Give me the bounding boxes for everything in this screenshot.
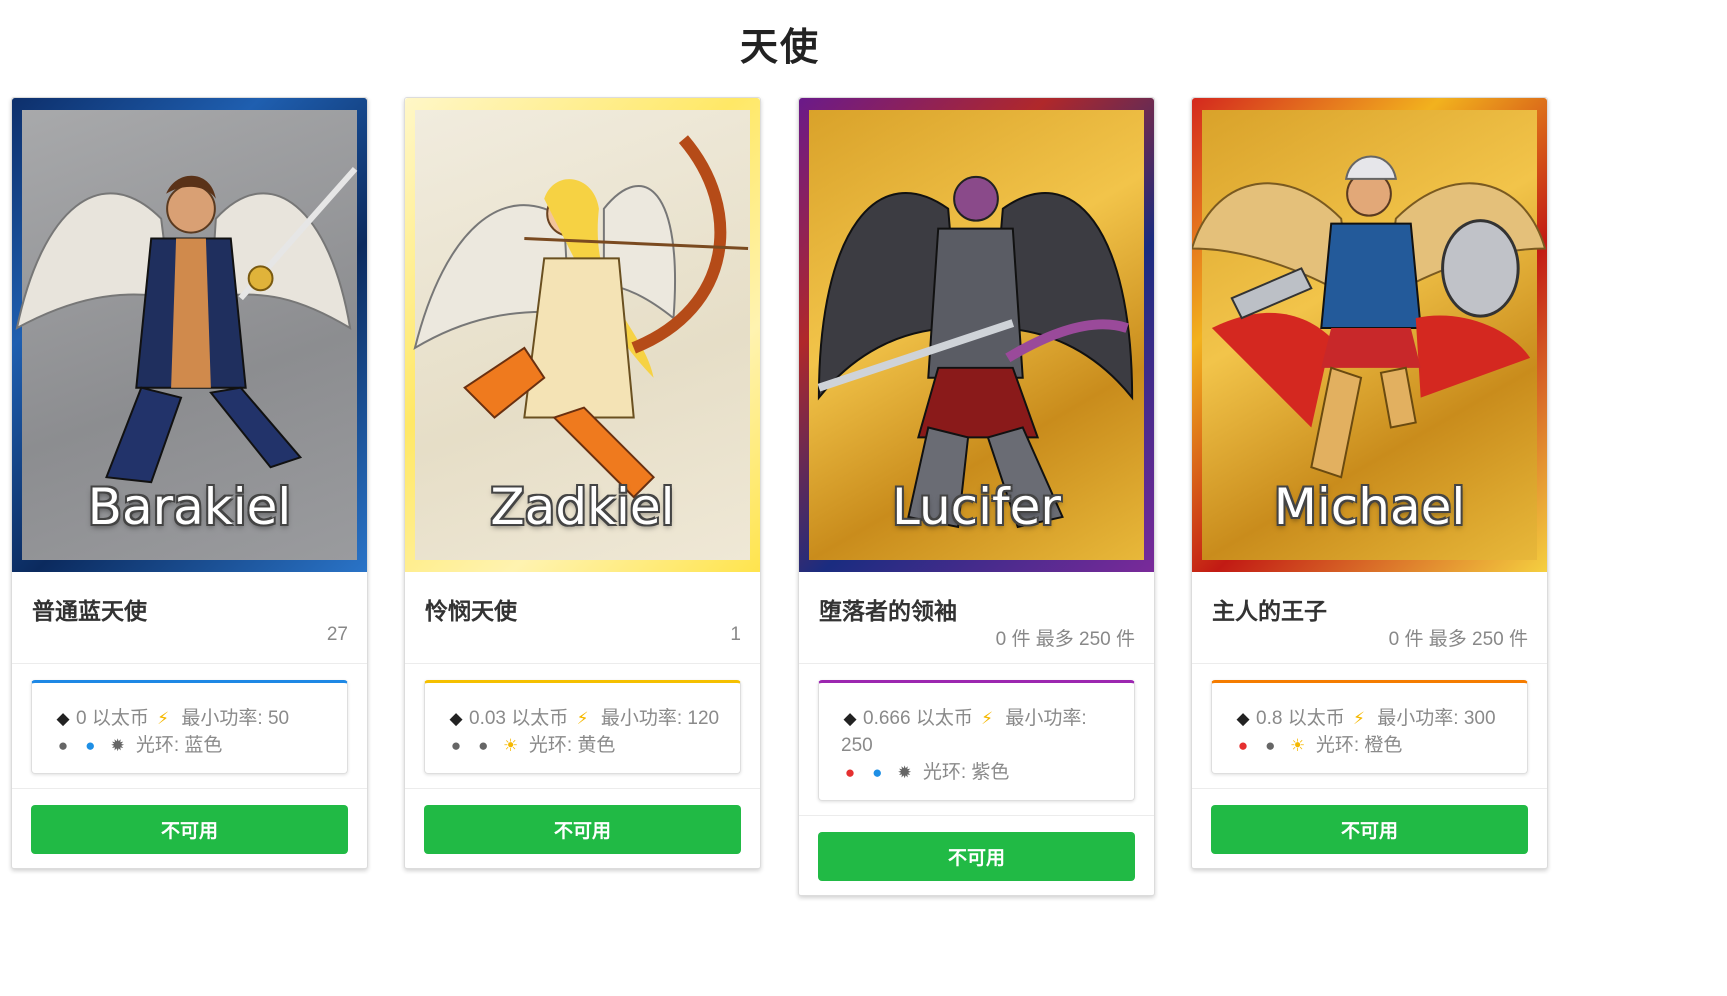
halo-label: 光环: [1315,735,1360,756]
power-label: 最小功率: [1377,708,1459,729]
card-art-name: Barakiel [87,478,292,536]
card-stats-section: ◆ 0 以太币 ⚡ 最小功率: 50 ● ● ✹ 光环: 蓝色 [12,664,367,789]
card-art-name: Zadkiel [490,478,675,536]
power-value: 250 [841,735,873,756]
card-action: 不可用 [405,789,760,868]
card-stats-section: ◆ 0.03 以太币 ⚡ 最小功率: 120 ● ● ☀ 光环: 黄色 [405,664,760,789]
lightning-bolt-icon: ⚡ [157,709,170,728]
power-value: 300 [1463,708,1496,729]
card-title: 堕落者的领袖 [819,599,957,625]
card-stats: ◆ 0.03 以太币 ⚡ 最小功率: 120 ● ● ☀ 光环: 黄色 [424,680,741,774]
lightning-bolt-icon: ⚡ [576,709,589,728]
card-info: 普通蓝天使 27 [12,572,367,664]
gear-icon: ✹ [110,736,125,755]
power-label: 最小功率: [181,708,263,729]
gray-drop-icon: ● [1265,736,1276,755]
card-art[interactable]: Michael [1192,98,1547,572]
power-value: 120 [687,708,720,729]
halo-row: ● ● ✹ 光环: 蓝色 [54,732,327,759]
halo-value: 橙色 [1364,735,1403,756]
unavailable-button[interactable]: 不可用 [818,832,1135,881]
price-value: 0.8 以太币 [1256,708,1345,729]
angel-card: Lucifer 堕落者的领袖 0 件 最多 250 件 ◆ 0.666 以太币 ⚡… [798,97,1155,896]
price-value: 0.666 以太币 [863,708,973,729]
card-stats: ◆ 0.8 以太币 ⚡ 最小功率: 300 ● ● ☀ 光环: 橙色 [1211,680,1528,774]
halo-label: 光环: [135,735,180,756]
card-count: 1 [730,624,741,645]
card-title: 怜悯天使 [425,599,517,625]
lightning-bolt-icon: ⚡ [981,709,994,728]
unavailable-button[interactable]: 不可用 [31,805,348,854]
power-label: 最小功率: [1005,708,1087,729]
card-art-name: Michael [1273,478,1466,536]
water-drop-icon: ● [85,736,96,755]
gray-flame-icon: ● [57,736,69,755]
ethereum-icon: ◆ [56,709,70,728]
ethereum-icon: ◆ [843,709,857,728]
lightning-bolt-icon: ⚡ [1353,709,1365,728]
halo-value: 紫色 [971,762,1010,783]
halo-value: 黄色 [577,735,616,756]
card-stats: ◆ 0 以太币 ⚡ 最小功率: 50 ● ● ✹ 光环: 蓝色 [31,680,348,774]
power-label: 最小功率: [600,708,683,729]
card-art[interactable]: Lucifer [799,98,1154,572]
angel-card: Barakiel 普通蓝天使 27 ◆ 0 以太币 ⚡ 最小功率: 50 ● ● … [11,97,368,869]
card-action: 不可用 [799,816,1154,895]
angel-card: Michael 主人的王子 0 件 最多 250 件 ◆ 0.8 以太币 ⚡ 最小… [1191,97,1548,869]
halo-label: 光环: [528,735,573,756]
gray-drop-icon: ● [478,736,489,755]
halo-label: 光环: [922,762,967,783]
gray-flame-icon: ● [450,736,462,755]
price-row: ◆ 0 以太币 ⚡ 最小功率: 50 [54,705,327,732]
sun-icon: ☀ [502,736,519,755]
ethereum-icon: ◆ [449,709,463,728]
price-value: 0 以太币 [76,708,149,729]
card-action: 不可用 [1192,789,1547,868]
water-drop-icon: ● [872,763,883,782]
card-count: 0 件 最多 250 件 [1388,629,1528,650]
unavailable-button[interactable]: 不可用 [424,805,741,854]
card-title: 普通蓝天使 [32,599,147,625]
card-info: 主人的王子 0 件 最多 250 件 [1192,572,1547,664]
card-count: 0 件 最多 250 件 [995,629,1135,650]
halo-value: 蓝色 [184,735,223,756]
price-value: 0.03 以太币 [469,708,569,729]
power-value: 50 [267,708,290,729]
gear-icon: ✹ [897,763,912,782]
card-stats-section: ◆ 0.666 以太币 ⚡ 最小功率: 250 ● ● ✹ 光环: 紫色 [799,664,1154,816]
angel-card: Zadkiel 怜悯天使 1 ◆ 0.03 以太币 ⚡ 最小功率: 120 ● ●… [404,97,761,869]
halo-row: ● ● ☀ 光环: 黄色 [447,732,720,759]
sun-icon: ☀ [1289,736,1306,755]
card-art-name: Lucifer [892,478,1061,536]
halo-row: ● ● ☀ 光环: 橙色 [1234,732,1507,759]
fire-icon: ● [844,763,856,782]
card-action: 不可用 [12,789,367,868]
price-row: ◆ 0.03 以太币 ⚡ 最小功率: 120 [447,705,720,732]
fire-icon: ● [1237,736,1249,755]
page-title: 天使 [739,25,820,69]
card-art[interactable]: Barakiel [12,98,367,572]
card-info: 怜悯天使 1 [405,572,760,664]
ethereum-icon: ◆ [1236,709,1250,728]
card-title: 主人的王子 [1212,599,1327,625]
unavailable-button[interactable]: 不可用 [1211,805,1528,854]
halo-row: ● ● ✹ 光环: 紫色 [841,759,1114,786]
card-stats-section: ◆ 0.8 以太币 ⚡ 最小功率: 300 ● ● ☀ 光环: 橙色 [1192,664,1547,789]
card-art[interactable]: Zadkiel [405,98,760,572]
card-count: 27 [326,624,348,645]
price-row: ◆ 0.8 以太币 ⚡ 最小功率: 300 [1234,705,1507,732]
card-stats: ◆ 0.666 以太币 ⚡ 最小功率: 250 ● ● ✹ 光环: 紫色 [818,680,1135,801]
card-info: 堕落者的领袖 0 件 最多 250 件 [799,572,1154,664]
price-row: ◆ 0.666 以太币 ⚡ 最小功率: 250 [841,705,1114,759]
